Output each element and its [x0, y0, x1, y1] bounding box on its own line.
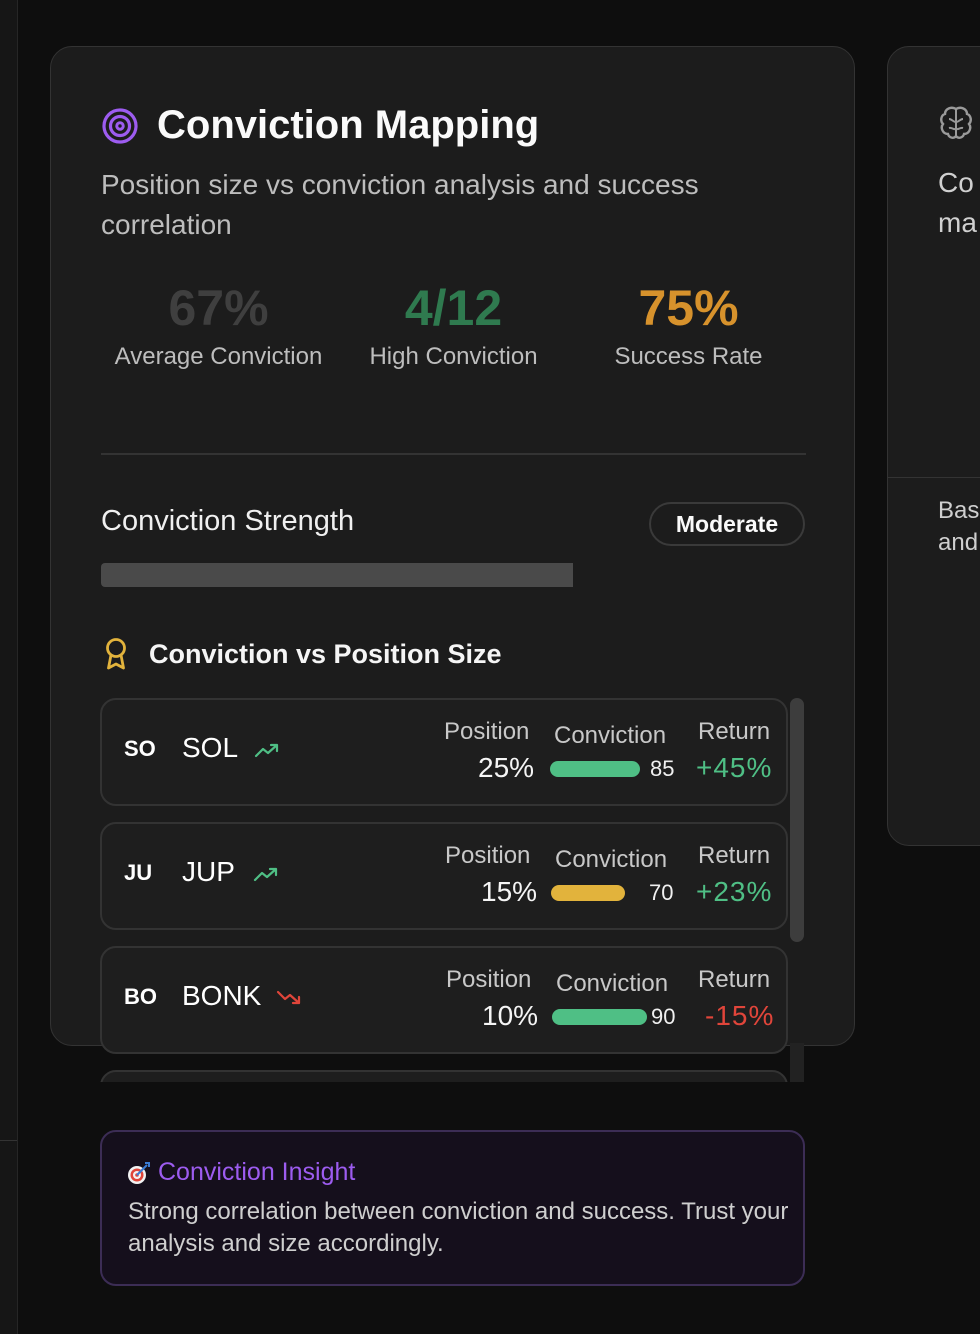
insight-text: Strong correlation between conviction an… — [128, 1198, 789, 1257]
side-card-divider — [888, 477, 980, 478]
position-row-sol[interactable]: SO SOL Position 25% Conviction 85 Return… — [100, 698, 788, 806]
stats-row: 67% Average Conviction 4/12 High Convict… — [101, 279, 806, 373]
return-value: +23% — [696, 876, 773, 907]
conviction-bar — [550, 761, 640, 777]
side-card-text-fragment: Bas — [938, 497, 980, 524]
target-icon — [102, 107, 138, 144]
dart-target-icon — [128, 1161, 150, 1184]
divider — [101, 453, 806, 455]
stat-label: Success Rate — [614, 343, 763, 370]
stat-high-conviction: 4/12 High Conviction — [344, 279, 564, 373]
position-value: 25% — [478, 752, 535, 783]
trending-up-icon — [253, 867, 278, 882]
side-card-title-fragment: ma — [938, 207, 977, 238]
return-header: Return — [698, 842, 771, 869]
brain-icon — [940, 106, 972, 139]
position-value: 15% — [481, 876, 538, 907]
conviction-strength-label: Conviction Strength — [101, 505, 355, 537]
card-title: Conviction Mapping — [157, 103, 540, 147]
section-header: Conviction vs Position Size — [103, 637, 502, 671]
stat-label: Average Conviction — [114, 343, 323, 370]
position-header: Position — [446, 966, 532, 993]
token-name: BONK — [182, 980, 262, 1011]
token-symbol: BO — [124, 984, 157, 1009]
position-header: Position — [445, 842, 531, 869]
side-card: Co ma Bas and — [887, 46, 980, 846]
card-header: Conviction Mapping — [101, 103, 539, 148]
positions-list[interactable]: SO SOL Position 25% Conviction 85 Return… — [100, 698, 806, 1082]
insight-callout: Conviction Insight Strong correlation be… — [100, 1130, 805, 1286]
insight-header: Conviction Insight — [126, 1158, 355, 1187]
return-value: +45% — [696, 752, 773, 783]
conviction-value: 90 — [651, 1004, 676, 1029]
token-name: JUP — [182, 856, 235, 887]
side-card-title-fragment: Co — [938, 167, 974, 198]
conviction-value: 70 — [649, 880, 674, 905]
insight-title: Conviction Insight — [158, 1158, 356, 1186]
side-card-text-fragment: and — [938, 529, 979, 556]
trending-down-icon — [276, 990, 301, 1005]
return-value: -15% — [705, 1000, 775, 1031]
card-subtitle: Position size vs conviction analysis and… — [101, 169, 699, 240]
stat-value: 4/12 — [404, 280, 503, 336]
list-scrollbar-track[interactable] — [790, 1043, 804, 1082]
stat-label: High Conviction — [369, 343, 538, 370]
list-scrollbar-thumb[interactable] — [790, 698, 804, 942]
position-row-bonk[interactable]: BO BONK Position 10% Conviction 90 Retur… — [100, 946, 788, 1054]
conviction-bar — [552, 1009, 647, 1025]
section-title: Conviction vs Position Size — [149, 638, 502, 669]
return-header: Return — [698, 966, 771, 993]
strength-badge: Moderate — [649, 502, 805, 546]
position-value: 10% — [482, 1000, 539, 1031]
return-header: Return — [698, 718, 771, 745]
stat-value: 75% — [638, 280, 739, 336]
token-symbol: JU — [124, 860, 153, 885]
conviction-bar — [551, 885, 625, 901]
position-row-jup[interactable]: JU JUP Position 15% Conviction 70 Return… — [100, 822, 788, 930]
conviction-header: Conviction — [556, 970, 669, 997]
stat-success-rate: 75% Success Rate — [579, 279, 799, 373]
position-row-partial[interactable] — [100, 1070, 788, 1082]
rail-divider — [0, 1140, 17, 1141]
token-name: SOL — [182, 732, 239, 763]
trending-up-icon — [254, 743, 279, 758]
position-header: Position — [444, 718, 530, 745]
stat-value: 67% — [168, 280, 269, 336]
conviction-header: Conviction — [555, 846, 668, 873]
stat-average-conviction: 67% Average Conviction — [109, 279, 329, 373]
award-icon — [106, 638, 126, 670]
left-rail — [0, 0, 18, 1334]
conviction-header: Conviction — [554, 722, 667, 749]
conviction-strength-bar — [101, 563, 573, 587]
conviction-value: 85 — [650, 756, 675, 781]
token-symbol: SO — [124, 736, 156, 761]
